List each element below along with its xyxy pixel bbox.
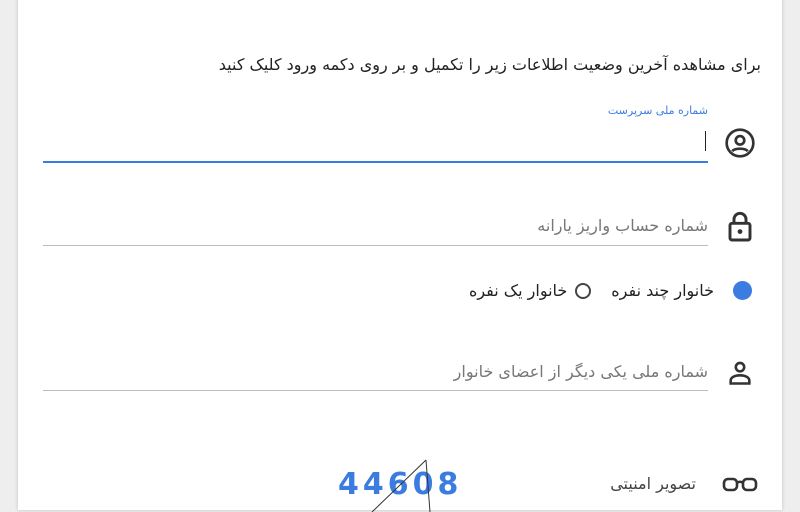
- radio-multi-member-label: خانوار چند نفره: [611, 281, 714, 300]
- radio-multi-member[interactable]: خانوار چند نفره: [611, 281, 752, 300]
- lock-icon: [722, 208, 758, 244]
- radio-unselected-icon: [575, 282, 592, 299]
- glasses-icon: [722, 466, 758, 502]
- person-icon: [722, 355, 758, 391]
- member-national-id-underline: [43, 390, 708, 391]
- household-type-group: خانوار چند نفره خانوار یک نفره: [469, 281, 752, 300]
- text-caret: [705, 131, 706, 151]
- radio-selected-icon: [733, 281, 752, 300]
- account-circle-icon: [722, 125, 758, 161]
- captcha-image: 44608: [338, 459, 458, 512]
- member-national-id-input[interactable]: [43, 358, 708, 384]
- guardian-national-id-label: شماره ملی سرپرست: [607, 104, 708, 117]
- account-number-input[interactable]: [43, 212, 708, 238]
- guardian-national-id-input[interactable]: [43, 130, 708, 156]
- account-number-field[interactable]: [43, 200, 708, 248]
- login-card: [18, 0, 782, 510]
- guardian-national-id-underline: [43, 161, 708, 163]
- radio-single-member-label: خانوار یک نفره: [468, 281, 568, 300]
- radio-single-member[interactable]: خانوار یک نفره: [468, 281, 592, 300]
- intro-text: برای مشاهده آخرین وضعیت اطلاعات زیر را ت…: [218, 55, 761, 74]
- guardian-national-id-field[interactable]: شماره ملی سرپرست: [43, 104, 708, 164]
- member-national-id-field[interactable]: [43, 346, 708, 394]
- captcha-label: تصویر امنیتی: [610, 474, 696, 493]
- account-number-underline: [43, 245, 708, 246]
